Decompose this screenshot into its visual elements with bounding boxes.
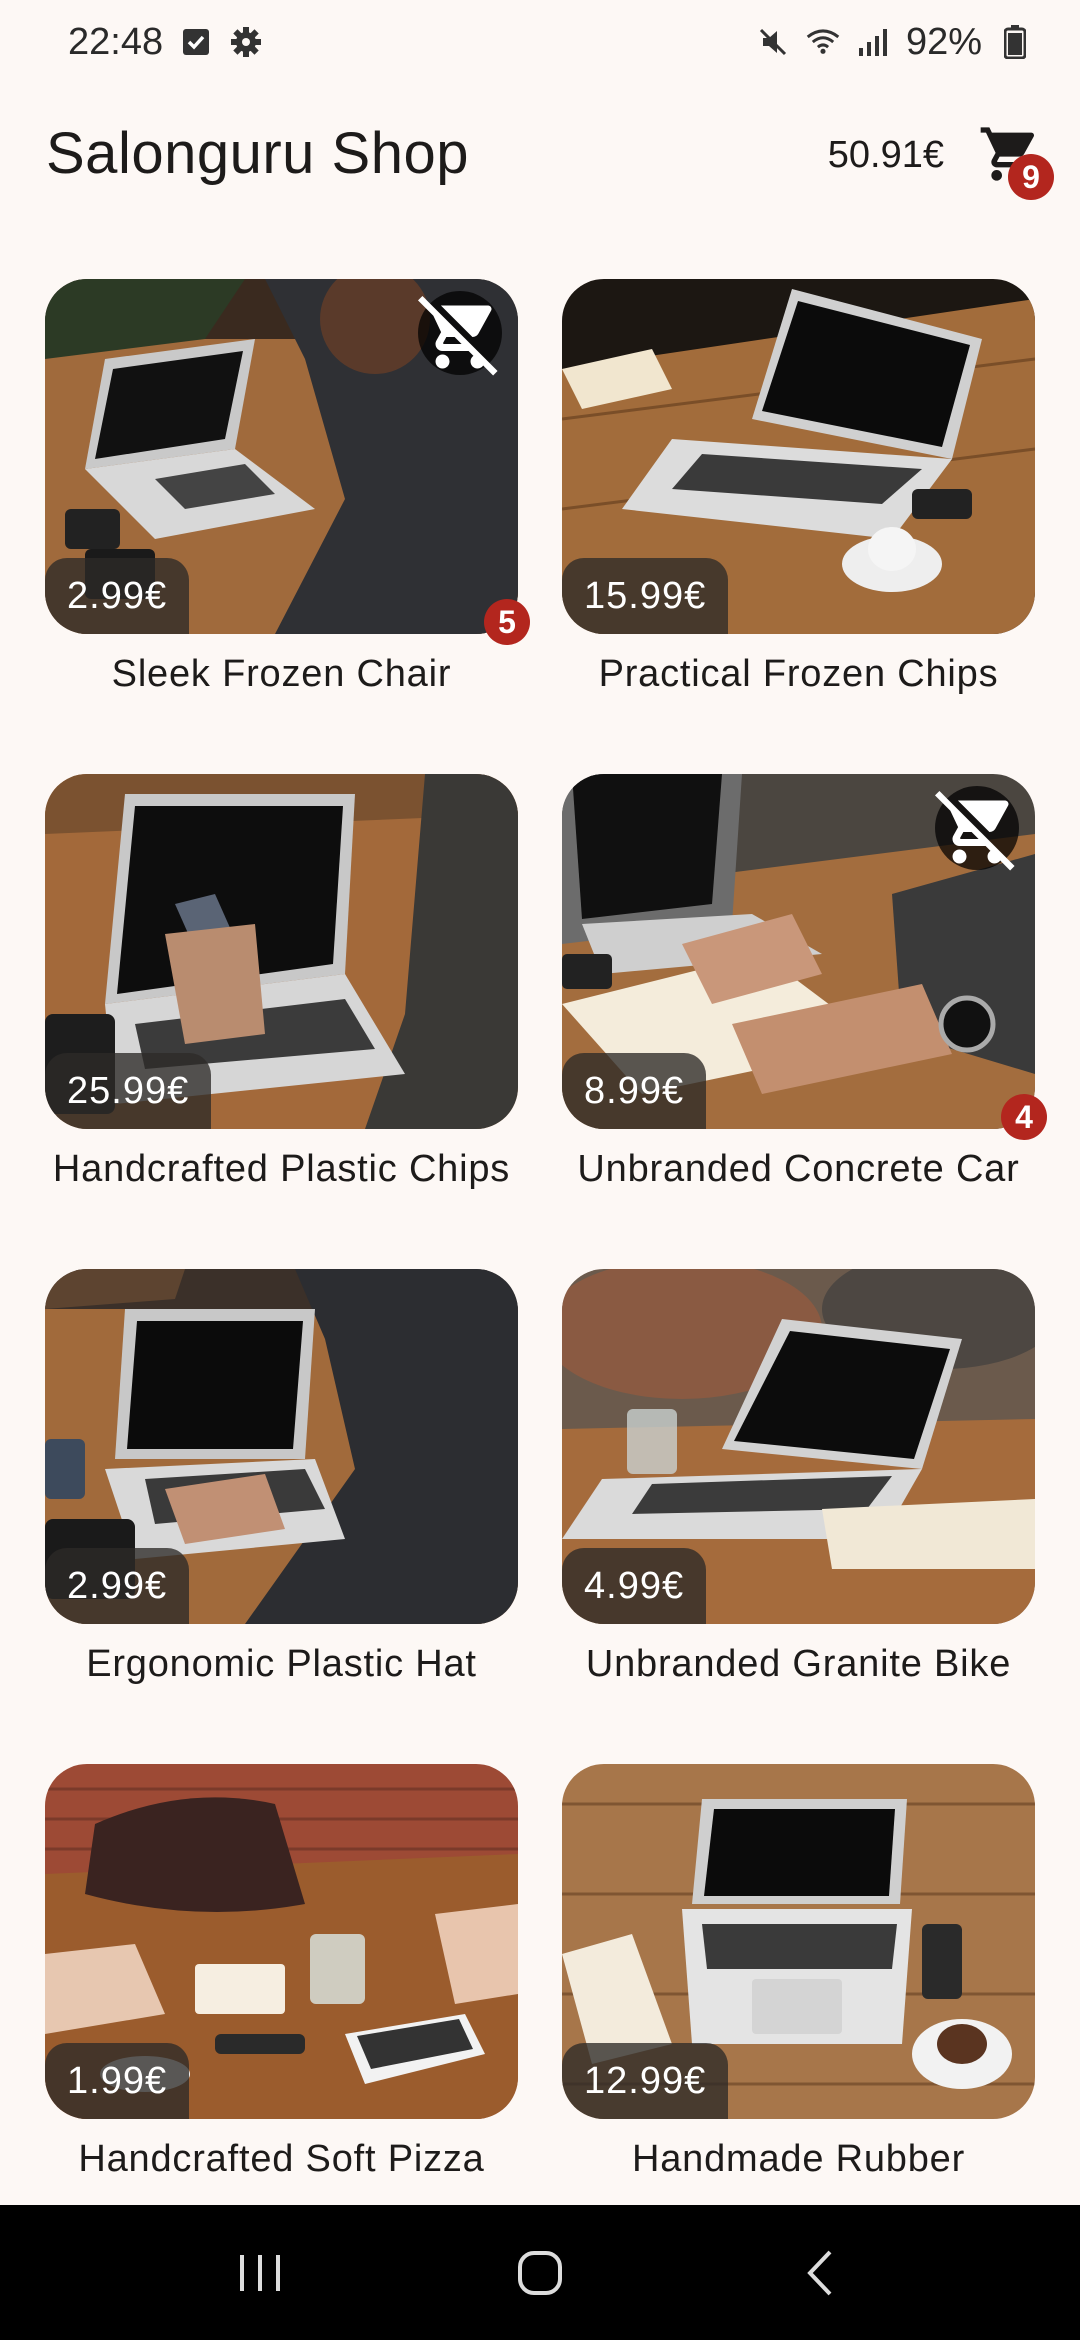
remove-shopping-cart-icon <box>418 295 498 375</box>
back-button[interactable] <box>770 2233 870 2313</box>
product-image: 1.99€ <box>45 1764 518 2119</box>
product-card[interactable]: 2.99€ 5 Sleek Frozen Chair <box>45 279 530 774</box>
product-card[interactable]: 15.99€ Practical Frozen Chips <box>562 279 1035 774</box>
price-tag: 2.99€ <box>45 558 190 634</box>
product-name: Handcrafted Soft Pizza <box>78 2138 485 2180</box>
home-icon <box>518 2250 562 2295</box>
status-time: 22:48 <box>68 20 164 63</box>
battery-icon <box>998 25 1032 59</box>
product-image: 4.99€ <box>562 1269 1035 1624</box>
remove-shopping-cart-icon <box>935 790 1015 870</box>
status-right: 92% <box>756 21 1032 64</box>
product-image: 15.99€ <box>562 279 1035 634</box>
product-name: Ergonomic Plastic Hat <box>86 1643 477 1685</box>
product-card[interactable]: 2.99€ Ergonomic Plastic Hat <box>45 1269 518 1764</box>
product-image: 2.99€ <box>45 279 518 634</box>
cart-button[interactable]: 9 <box>970 114 1054 200</box>
price-tag: 1.99€ <box>45 2043 190 2119</box>
remove-from-cart-button[interactable] <box>935 786 1019 870</box>
price-tag: 12.99€ <box>562 2043 729 2119</box>
price-tag: 2.99€ <box>45 1548 190 1624</box>
app-title: Salonguru Shop <box>46 121 469 186</box>
status-left: 22:48 <box>68 21 263 64</box>
status-bar: 22:48 92% <box>0 0 1080 84</box>
product-image: 25.99€ <box>45 774 518 1129</box>
settings-gear-icon <box>229 25 263 59</box>
product-card[interactable]: 4.99€ Unbranded Granite Bike <box>562 1269 1035 1764</box>
product-name: Practical Frozen Chips <box>598 653 999 695</box>
home-button[interactable] <box>490 2233 590 2313</box>
system-navigation-bar <box>0 2205 1080 2340</box>
product-name: Unbranded Concrete Car <box>577 1148 1020 1190</box>
product-card[interactable]: 12.99€ Handmade Rubber <box>562 1764 1035 2259</box>
product-name: Handmade Rubber <box>631 2138 966 2180</box>
recent-apps-icon <box>240 2254 280 2291</box>
battery-percentage: 92% <box>905 20 982 63</box>
wifi-icon <box>806 25 840 59</box>
product-grid: 2.99€ 5 Sleek Frozen Chair 15.99€ Practi… <box>45 279 1047 2259</box>
back-icon <box>807 2250 832 2295</box>
product-name: Handcrafted Plastic Chips <box>52 1148 511 1190</box>
signal-icon <box>856 25 890 59</box>
cart-count-badge: 9 <box>1008 154 1054 200</box>
product-image: 8.99€ <box>562 774 1035 1129</box>
mute-icon <box>756 25 790 59</box>
quantity-badge: 4 <box>1001 1094 1047 1140</box>
product-image: 2.99€ <box>45 1269 518 1624</box>
product-name: Sleek Frozen Chair <box>111 653 452 695</box>
product-card[interactable]: 1.99€ Handcrafted Soft Pizza <box>45 1764 518 2259</box>
cart-total: 50.91€ <box>827 134 944 176</box>
quantity-badge: 5 <box>484 599 530 645</box>
product-card[interactable]: 25.99€ Handcrafted Plastic Chips <box>45 774 518 1269</box>
checkbox-notification-icon <box>179 25 213 59</box>
price-tag: 15.99€ <box>562 558 729 634</box>
remove-from-cart-button[interactable] <box>418 291 502 375</box>
product-image: 12.99€ <box>562 1764 1035 2119</box>
price-tag: 25.99€ <box>45 1053 212 1129</box>
price-tag: 4.99€ <box>562 1548 707 1624</box>
product-card[interactable]: 8.99€ 4 Unbranded Concrete Car <box>562 774 1047 1269</box>
app-bar: Salonguru Shop 50.91€ 9 <box>0 84 1080 224</box>
price-tag: 8.99€ <box>562 1053 707 1129</box>
product-name: Unbranded Granite Bike <box>585 1643 1012 1685</box>
recent-apps-button[interactable] <box>210 2233 310 2313</box>
